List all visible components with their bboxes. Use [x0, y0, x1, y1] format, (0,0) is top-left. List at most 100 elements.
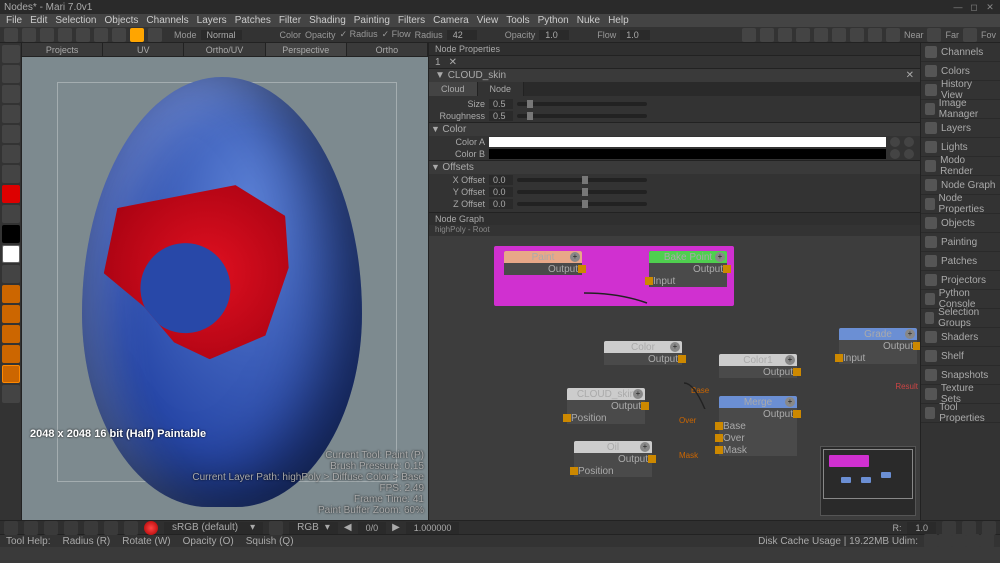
zoom-display[interactable]: 1.000000	[406, 522, 460, 534]
warning-icon[interactable]	[130, 28, 144, 42]
viewport[interactable]: 2048 x 2048 16 bit (Half) Paintable Curr…	[22, 57, 428, 520]
tool-c-icon[interactable]	[778, 28, 792, 42]
channel-select[interactable]: RGB▾	[289, 522, 338, 534]
btm-y-icon[interactable]	[962, 521, 976, 535]
sphere-d-icon[interactable]	[2, 345, 20, 363]
colora-swatch[interactable]	[489, 137, 886, 147]
status-b-icon[interactable]	[938, 534, 952, 548]
misc-tool-icon[interactable]	[2, 385, 20, 403]
menu-shading[interactable]: Shading	[309, 15, 346, 26]
menu-filter[interactable]: Filter	[279, 15, 301, 26]
undo-icon[interactable]	[58, 28, 72, 42]
status-c-icon[interactable]	[952, 534, 966, 548]
panel-image-manager[interactable]: Image Manager	[921, 100, 1000, 119]
panel-shelf[interactable]: Shelf	[921, 347, 1000, 366]
black-swatch[interactable]	[2, 225, 20, 243]
colorb-link-icon[interactable]	[904, 149, 914, 159]
redo-icon[interactable]	[76, 28, 90, 42]
menu-edit[interactable]: Edit	[30, 15, 47, 26]
btm-g-icon[interactable]	[124, 521, 138, 535]
tool-e-icon[interactable]	[814, 28, 828, 42]
viewport-tab-projects[interactable]: Projects	[22, 43, 103, 56]
radius-value[interactable]: 42	[447, 30, 477, 40]
sphere-c-icon[interactable]	[2, 325, 20, 343]
sphere-e-icon[interactable]	[2, 365, 20, 383]
select-tool-icon[interactable]	[2, 45, 20, 63]
xoffset-slider[interactable]	[517, 178, 647, 182]
flow-value[interactable]: 1.0	[620, 30, 650, 40]
move-tool-icon[interactable]	[2, 65, 20, 83]
panel-layers[interactable]: Layers	[921, 119, 1000, 138]
roughness-value[interactable]: 0.5	[489, 111, 513, 121]
foreground-color[interactable]	[2, 185, 20, 203]
btm-x-icon[interactable]	[942, 521, 956, 535]
zoffset-slider[interactable]	[517, 202, 647, 206]
menu-help[interactable]: Help	[608, 15, 629, 26]
opacity2-value[interactable]: 1.0	[539, 30, 569, 40]
menu-channels[interactable]: Channels	[146, 15, 188, 26]
menu-filters[interactable]: Filters	[398, 15, 425, 26]
colora-link-icon[interactable]	[904, 137, 914, 147]
menu-layers[interactable]: Layers	[197, 15, 227, 26]
maximize-button[interactable]: ◻	[968, 1, 980, 13]
viewport-tab-perspective[interactable]: Perspective	[266, 43, 347, 56]
sphere-a-icon[interactable]	[2, 285, 20, 303]
oil-node[interactable]: Oil+ Output Position	[574, 441, 652, 477]
merge-node[interactable]: Merge+ Output Base Over Mask	[719, 396, 797, 456]
btm-d-icon[interactable]	[64, 521, 78, 535]
btm-c-icon[interactable]	[44, 521, 58, 535]
gradient-tool-icon[interactable]	[2, 265, 20, 283]
size-slider[interactable]	[517, 102, 647, 106]
tool-i-icon[interactable]	[886, 28, 900, 42]
colorb-swatch[interactable]	[489, 149, 886, 159]
tab-cloud[interactable]: Cloud	[429, 82, 478, 96]
brush-tool-icon[interactable]	[2, 165, 20, 183]
save-icon[interactable]	[40, 28, 54, 42]
colora-reset-icon[interactable]	[890, 137, 900, 147]
menu-camera[interactable]: Camera	[433, 15, 469, 26]
roughness-slider[interactable]	[517, 114, 647, 118]
zoffset-value[interactable]: 0.0	[489, 199, 513, 209]
yoffset-slider[interactable]	[517, 190, 647, 194]
btm-b-icon[interactable]	[24, 521, 38, 535]
rotate-tool-icon[interactable]	[2, 85, 20, 103]
xoffset-value[interactable]: 0.0	[489, 175, 513, 185]
panel-modo-render[interactable]: Modo Render	[921, 157, 1000, 176]
scale-tool-icon[interactable]	[2, 105, 20, 123]
viewport-tab-ortho-uv[interactable]: Ortho/UV	[184, 43, 265, 56]
color-group[interactable]: Color	[442, 124, 466, 135]
tool-a-icon[interactable]	[742, 28, 756, 42]
btm-e-icon[interactable]	[84, 521, 98, 535]
minimap[interactable]	[820, 446, 916, 516]
r-value[interactable]: 1.0	[907, 522, 936, 534]
link-icon[interactable]	[94, 28, 108, 42]
menu-nuke[interactable]: Nuke	[577, 15, 600, 26]
node-section-header[interactable]: ▼ CLOUD_skin ✕	[429, 68, 920, 82]
viewport-tab-ortho[interactable]: Ortho	[347, 43, 428, 56]
frame-display[interactable]: 0/0	[358, 522, 387, 534]
next-frame-icon[interactable]: ▶	[392, 522, 400, 533]
status-a-icon[interactable]	[924, 534, 938, 548]
panel-node-properties[interactable]: Node Properties	[921, 195, 1000, 214]
panel-tool-properties[interactable]: Tool Properties	[921, 404, 1000, 423]
colorspace-select[interactable]: sRGB (default)▾	[164, 522, 263, 534]
btm-z-icon[interactable]	[982, 521, 996, 535]
white-swatch[interactable]	[2, 245, 20, 263]
offsets-group[interactable]: Offsets	[442, 162, 474, 173]
node-graph[interactable]: Node Graph highPoly - Root Paint+ Output…	[429, 212, 920, 520]
home-icon[interactable]	[112, 28, 126, 42]
prev-frame-icon[interactable]: ◀	[344, 522, 352, 533]
menu-file[interactable]: File	[6, 15, 22, 26]
tool-d-icon[interactable]	[796, 28, 810, 42]
size-value[interactable]: 0.5	[489, 99, 513, 109]
menu-painting[interactable]: Painting	[354, 15, 390, 26]
color1-node[interactable]: Color1+ Output	[719, 354, 797, 378]
btm-f-icon[interactable]	[104, 521, 118, 535]
eraser-tool-icon[interactable]	[2, 145, 20, 163]
menu-selection[interactable]: Selection	[55, 15, 96, 26]
cloudskin-node[interactable]: CLOUD_skin+ Output Position	[567, 388, 645, 424]
close-button[interactable]: ✕	[984, 1, 996, 13]
tab-node[interactable]: Node	[478, 82, 525, 96]
render-sphere-icon[interactable]	[144, 521, 158, 535]
open-icon[interactable]	[22, 28, 36, 42]
